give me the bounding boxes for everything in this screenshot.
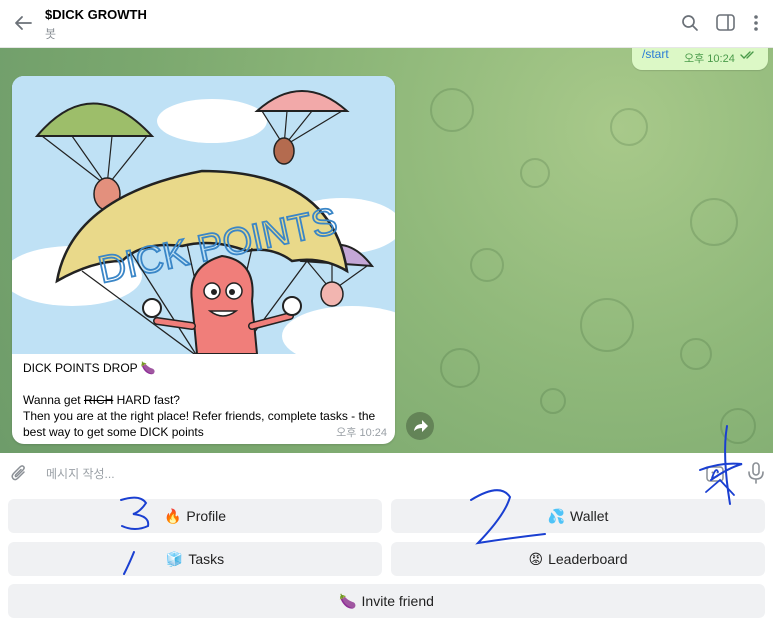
parachute-illustration: DICK POINTS	[12, 76, 395, 354]
bot-message-bubble[interactable]: DICK POINTS DICK POINTS DROP 🍆 Wanna get…	[12, 76, 395, 444]
eggplant-emoji-icon: 🍆	[339, 592, 357, 609]
message-line-3: best way to get some DICK points	[23, 425, 204, 439]
chat-title[interactable]: $DICK GROWTH	[45, 7, 147, 22]
fire-emoji-icon: 🔥	[163, 507, 182, 524]
outgoing-message-text[interactable]: /start	[642, 48, 669, 61]
wallpaper-doodle	[440, 348, 480, 388]
back-arrow-icon[interactable]	[12, 12, 34, 34]
wallpaper-doodle	[470, 248, 504, 282]
message-line-1-end: HARD fast?	[113, 393, 180, 407]
message-composer	[0, 453, 773, 493]
ice-cube-emoji-icon: 🧊	[165, 550, 184, 567]
leaderboard-button-label: Leaderboard	[548, 551, 628, 567]
chat-area[interactable]: /start 오후 10:24 DICK POINTS DICK POINTS …	[0, 48, 773, 453]
message-line-2: Then you are at the right place! Refer f…	[23, 409, 376, 423]
message-line-1-start: Wanna get	[23, 393, 84, 407]
wallpaper-doodle	[720, 408, 756, 444]
more-options-icon[interactable]	[751, 13, 761, 33]
message-input[interactable]	[46, 465, 666, 483]
microphone-icon[interactable]	[746, 462, 766, 484]
invite-friend-button-label: Invite friend	[361, 593, 434, 609]
emoji-icon[interactable]	[706, 465, 724, 483]
outgoing-message-time: 오후 10:24	[684, 53, 735, 65]
attach-icon[interactable]	[10, 463, 28, 483]
message-title: DICK POINTS DROP 🍆	[23, 361, 156, 375]
tasks-button[interactable]: 🧊 Tasks	[8, 542, 382, 576]
message-line-1: Wanna get RICH HARD fast?	[23, 392, 385, 408]
invite-friend-button[interactable]: 🍆 Invite friend	[8, 584, 765, 618]
wallpaper-doodle	[540, 388, 566, 414]
wallpaper-doodle	[610, 108, 648, 146]
tasks-button-label: Tasks	[188, 551, 225, 567]
chat-header: $DICK GROWTH 봇	[0, 0, 773, 48]
forward-button[interactable]	[406, 412, 434, 440]
profile-button-label: Profile	[186, 508, 227, 524]
outgoing-message-bubble[interactable]: /start 오후 10:24	[632, 48, 768, 70]
strikethrough-word: RICH	[83, 393, 114, 407]
wallet-button[interactable]: 💦 Wallet	[391, 499, 765, 533]
wallpaper-doodle	[430, 88, 474, 132]
share-arrow-icon	[414, 420, 428, 432]
chat-subtitle: 봇	[45, 27, 57, 41]
wallet-button-label: Wallet	[570, 508, 609, 524]
double-check-icon	[740, 51, 754, 59]
message-image[interactable]: DICK POINTS	[12, 76, 395, 354]
leaderboard-button[interactable]: 😡 Leaderboard	[391, 542, 765, 576]
droplets-emoji-icon: 💦	[547, 507, 566, 524]
side-panel-icon[interactable]	[716, 14, 735, 31]
bot-keyboard: 🔥 Profile 💦 Wallet 🧊 Tasks 😡 Leaderboard 🍆 In…	[0, 493, 773, 619]
message-caption: DICK POINTS DROP 🍆 Wanna get RICH HARD f…	[23, 360, 385, 440]
wallpaper-doodle	[690, 198, 738, 246]
angry-face-emoji-icon: 😡	[528, 550, 544, 567]
wallpaper-doodle	[580, 298, 634, 352]
wallpaper-doodle	[520, 158, 550, 188]
profile-button[interactable]: 🔥 Profile	[8, 499, 382, 533]
message-time: 오후 10:24	[336, 427, 387, 439]
wallpaper-doodle	[680, 338, 712, 370]
search-icon[interactable]	[681, 14, 699, 32]
